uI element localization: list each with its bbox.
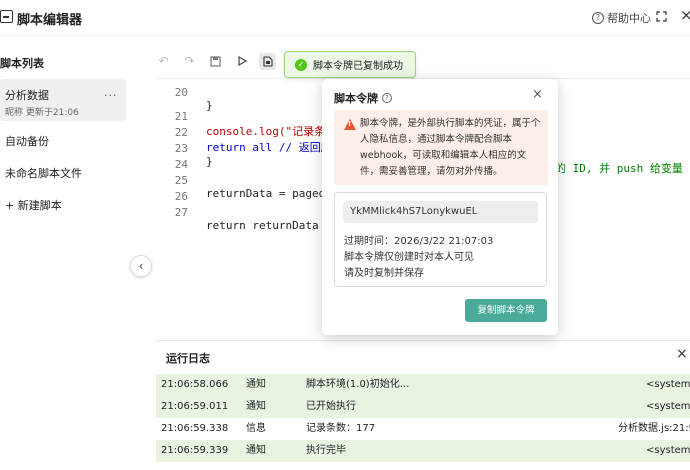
editor-toolbar: ↶ ↷ (155, 50, 276, 72)
sidebar-title: 脚本列表 (0, 57, 44, 70)
script-token-popover: 脚本令牌 ? × 脚本令牌，是外部执行脚本的凭证，属于个人隐私信息，通过脚本令牌… (322, 79, 558, 335)
log-level: 通知 (246, 445, 266, 456)
script-editor-icon (0, 10, 13, 23)
code-line: 20 } (156, 79, 213, 112)
popover-title-text: 脚本令牌 (334, 92, 378, 105)
code-line: 22 return all // 返回所 (156, 113, 332, 154)
log-row: 21:06:59.338 信息 记录条数：177 分析数据.js:21:9 (156, 418, 690, 440)
success-check-icon: ✓ (295, 58, 307, 71)
code-line: 25 returnData = pagedQ (156, 161, 332, 200)
close-window-icon[interactable]: × (680, 6, 690, 24)
code-line: 23 } (156, 129, 213, 168)
save-icon[interactable] (207, 53, 224, 70)
token-note-visibility: 脚本令牌仅创建时对本人可见 (344, 252, 474, 263)
code-text: returnData = pagedQ (206, 187, 332, 200)
script-meta: 昵称 更新于21:06 (5, 108, 79, 118)
script-name: 分析数据 (5, 89, 49, 102)
expand-icon[interactable] (656, 11, 667, 22)
redo-icon[interactable]: ↷ (181, 53, 198, 70)
log-row: 21:06:59.011 通知 已开始执行 <system> (156, 396, 690, 418)
warning-text: 脚本令牌，是外部执行脚本的凭证，属于个人隐私信息，通过脚本令牌配合脚本webho… (360, 118, 541, 177)
code-line: 24 (156, 145, 188, 171)
log-level: 通知 (246, 401, 266, 412)
question-icon[interactable]: ? (382, 93, 392, 103)
token-note-save: 请及时复制并保存 (344, 268, 424, 279)
script-sidebar: 脚本列表 分析数据 昵称 更新于21:06 ··· 自动备份 未命名脚本文件 +… (0, 37, 135, 470)
app-title: 脚本编辑器 (17, 13, 83, 28)
script-name: 未命名脚本文件 (5, 167, 82, 180)
undo-icon[interactable]: ↶ (155, 53, 172, 70)
warning-icon (344, 119, 356, 130)
log-time: 21:06:59.339 (161, 445, 229, 456)
log-message: 执行完毕 (306, 445, 346, 456)
toast-message: 脚本令牌已复制成功 (313, 61, 403, 72)
copy-success-toast: ✓ 脚本令牌已复制成功 (284, 51, 416, 78)
token-value[interactable]: YkMMlick4hS7LonykwuEL (343, 201, 538, 223)
code-text: console.log("记录条数 (206, 125, 337, 138)
token-card: YkMMlick4hS7LonykwuEL 过期时间：2026/3/22 21:… (334, 192, 547, 287)
popover-title: 脚本令牌 ? (334, 90, 392, 106)
close-log-icon[interactable]: × (676, 346, 688, 362)
log-message: 已开始执行 (306, 401, 356, 412)
script-item-analysis[interactable]: 分析数据 昵称 更新于21:06 ··· (0, 79, 126, 121)
log-source[interactable]: 分析数据.js:21:9 (618, 418, 690, 440)
collapse-sidebar-button[interactable]: ‹ (130, 255, 152, 277)
log-message: 脚本环境(1.0)初始化... (306, 379, 410, 390)
code-line: 26 (156, 177, 188, 203)
more-options-icon[interactable]: ··· (104, 89, 118, 102)
code-line: 27 return returnData (156, 193, 319, 232)
log-time: 21:06:59.338 (161, 423, 229, 434)
new-script-label: + 新建脚本 (5, 199, 62, 212)
code-line: 21 console.log("记录条数 (156, 97, 336, 138)
script-token-icon[interactable] (259, 52, 276, 70)
log-row: 21:06:58.066 通知 脚本环境(1.0)初始化... <system> (156, 374, 690, 396)
code-text: return all // 返回所 (206, 141, 332, 154)
app-header: 脚本编辑器 ? 帮助中心 × (0, 0, 690, 36)
copy-token-button[interactable]: 复制脚本令牌 (465, 299, 547, 322)
code-text: return returnData (206, 219, 319, 232)
close-popover-icon[interactable]: × (532, 87, 543, 102)
help-icon: ? (592, 12, 604, 24)
help-center-link[interactable]: ? 帮助中心 (592, 10, 651, 26)
log-row: 21:06:59.339 通知 执行完毕 <system> (156, 440, 690, 462)
log-message: 记录条数：177 (306, 423, 376, 434)
line-number: 27 (174, 206, 188, 219)
log-source: <system> (646, 379, 690, 390)
code-text: } (206, 155, 213, 168)
log-time: 21:06:58.066 (161, 379, 229, 390)
log-source: <system> (646, 401, 690, 412)
code-text: } (206, 99, 213, 112)
script-name: 自动备份 (5, 135, 49, 148)
expire-time: 过期时间：2026/3/22 21:07:03 (344, 236, 494, 247)
run-icon[interactable] (233, 53, 250, 70)
log-level: 信息 (246, 423, 266, 434)
warning-notice: 脚本令牌，是外部执行脚本的凭证，属于个人隐私信息，通过脚本令牌配合脚本webho… (334, 110, 548, 185)
help-center-label: 帮助中心 (607, 12, 651, 25)
code-comment-overflow: 页的 ID, 并 push 给变量 (544, 162, 683, 175)
log-level: 通知 (246, 379, 266, 390)
log-source: <system> (646, 445, 690, 456)
log-title: 运行日志 (166, 352, 210, 365)
run-log-panel: 运行日志 × 21:06:58.066 通知 脚本环境(1.0)初始化... <… (156, 340, 690, 470)
log-time: 21:06:59.011 (161, 401, 229, 412)
